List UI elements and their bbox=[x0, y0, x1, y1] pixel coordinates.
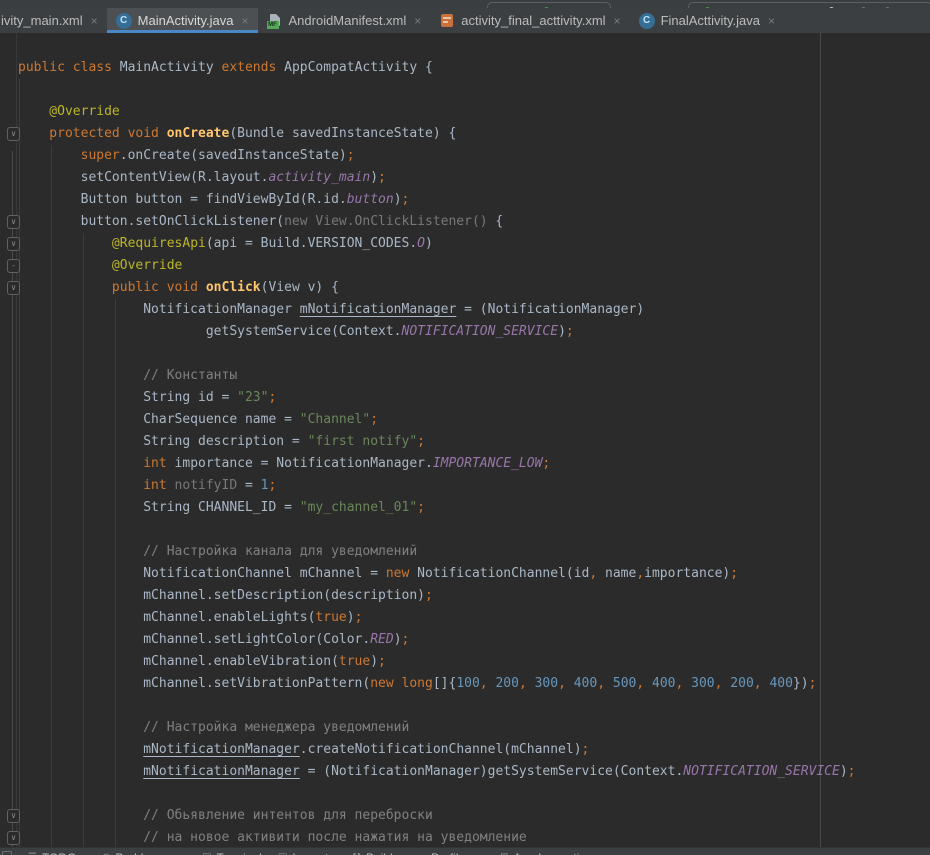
toolwindow-button-label: App Inspection bbox=[513, 851, 592, 855]
code-line: // Константы bbox=[18, 365, 856, 387]
toolwindow-button-label: Profiler bbox=[431, 851, 469, 855]
code-line: String id = "23"; bbox=[18, 387, 856, 409]
code-line: protected void onCreate(Bundle savedInst… bbox=[18, 123, 856, 145]
code-line: // Настройка менеджера уведомлений bbox=[18, 717, 856, 739]
tab-finalacttivity-java[interactable]: C FinalActtivity.java × bbox=[630, 8, 784, 33]
fold-marker-icon[interactable]: ∨ bbox=[7, 831, 20, 845]
tab-label: MainActivity.java bbox=[138, 13, 234, 28]
code-line: int importance = NotificationManager.IMP… bbox=[18, 453, 856, 475]
code-line: mChannel.setLightColor(Color.RED); bbox=[18, 629, 856, 651]
code-line: // на новое активити после нажатия на ув… bbox=[18, 827, 856, 847]
toolwindow-button-problems[interactable]: ⊙Problems bbox=[102, 851, 166, 855]
bottom-tool-window-bar: ☰TODO ⊙Problems ▣Terminal ▤Logcat ⚒Build ◔Pro… bbox=[0, 847, 930, 855]
toolwindow-button-label: Problems bbox=[115, 851, 166, 855]
layout-xml-file-icon bbox=[439, 13, 455, 29]
toolwindow-button-profiler[interactable]: ◔Profiler bbox=[420, 851, 469, 855]
code-line: public class MainActivity extends AppCom… bbox=[18, 57, 856, 79]
tab-ivity-main-xml[interactable]: ivity_main.xml × bbox=[0, 8, 107, 33]
code-line: String CHANNEL_ID = "my_channel_01"; bbox=[18, 497, 856, 519]
tab-close-icon[interactable]: × bbox=[768, 15, 775, 27]
toolwindow-button-logcat[interactable]: ▤Logcat bbox=[278, 851, 328, 855]
tab-mainactivity-java[interactable]: C MainActivity.java × bbox=[107, 8, 258, 33]
code-line bbox=[18, 519, 856, 541]
code-line: public void onClick(View v) { bbox=[18, 277, 856, 299]
tab-label: AndroidManifest.xml bbox=[289, 13, 407, 28]
tab-close-icon[interactable]: × bbox=[614, 15, 621, 27]
code-line: NotificationChannel mChannel = new Notif… bbox=[18, 563, 856, 585]
fold-marker-icon[interactable]: ∨ bbox=[7, 809, 20, 823]
code-line: button.setOnClickListener(new View.OnCli… bbox=[18, 211, 856, 233]
toolwindow-button-label: TODO bbox=[42, 851, 76, 855]
toolwindow-button-app-inspection[interactable]: ⊡App Inspection bbox=[500, 851, 593, 855]
code-line: int notifyID = 1; bbox=[18, 475, 856, 497]
code-line: getSystemService(Context.NOTIFICATION_SE… bbox=[18, 321, 856, 343]
toolwindow-button-label: Logcat bbox=[292, 851, 328, 855]
java-class-icon: C bbox=[116, 13, 132, 29]
code-line: Button button = findViewById(R.id.button… bbox=[18, 189, 856, 211]
tab-label: activity_final_acttivity.xml bbox=[461, 13, 605, 28]
code-line: @Override bbox=[18, 101, 856, 123]
code-line: super.onCreate(savedInstanceState); bbox=[18, 145, 856, 167]
toolwindow-button-todo[interactable]: ☰TODO bbox=[28, 851, 76, 855]
code-line: mChannel.setDescription(description); bbox=[18, 585, 856, 607]
code-line bbox=[18, 79, 856, 101]
gutter-fold-line bbox=[12, 151, 13, 847]
code-line: // Настройка канала для уведомлений bbox=[18, 541, 856, 563]
code-line: mNotificationManager = (NotificationMana… bbox=[18, 761, 856, 783]
code-line: mNotificationManager.createNotificationC… bbox=[18, 739, 856, 761]
clipped-toolwindow-icon[interactable] bbox=[2, 851, 12, 855]
tab-androidmanifest-xml[interactable]: MF AndroidManifest.xml × bbox=[258, 8, 431, 33]
toolwindow-button-build[interactable]: ⚒Build bbox=[352, 851, 393, 855]
fold-marker-icon[interactable]: - bbox=[7, 259, 20, 273]
fold-marker-icon[interactable]: ∨ bbox=[7, 237, 20, 251]
code-line bbox=[18, 343, 856, 365]
fold-marker-icon[interactable]: ∨ bbox=[7, 127, 20, 141]
code-line: mChannel.enableLights(true); bbox=[18, 607, 856, 629]
fold-marker-icon[interactable]: ∨ bbox=[7, 281, 20, 295]
editor-tab-bar: ivity_main.xml × C MainActivity.java × MF Andr… bbox=[0, 8, 930, 33]
code-line: CharSequence name = "Channel"; bbox=[18, 409, 856, 431]
toolwindow-button-label: Terminal bbox=[216, 851, 261, 855]
tab-close-icon[interactable]: × bbox=[414, 15, 421, 27]
code-line: setContentView(R.layout.activity_main); bbox=[18, 167, 856, 189]
code-line: // Обьявление интентов для переброски bbox=[18, 805, 856, 827]
toolbar-clipped-strip bbox=[0, 0, 930, 8]
manifest-file-icon: MF bbox=[267, 13, 283, 29]
tab-close-icon[interactable]: × bbox=[241, 15, 248, 27]
tab-close-icon[interactable]: × bbox=[91, 15, 98, 27]
tab-label: ivity_main.xml bbox=[1, 13, 83, 28]
code-line: mChannel.setVibrationPattern(new long[]{… bbox=[18, 673, 856, 695]
tab-label: FinalActtivity.java bbox=[661, 13, 760, 28]
ide-window: ivity_main.xml × C MainActivity.java × MF Andr… bbox=[0, 0, 930, 855]
toolwindow-button-terminal[interactable]: ▣Terminal bbox=[202, 851, 262, 855]
code-line bbox=[18, 783, 856, 805]
code-line: @Override bbox=[18, 255, 856, 277]
gutter-separator bbox=[16, 33, 17, 847]
java-class-icon: C bbox=[639, 13, 655, 29]
code-line: String description = "first notify"; bbox=[18, 431, 856, 453]
editor: ∨ ∨ ∨ - ∨ ∨ ∨ public class MainActivity extend… bbox=[0, 33, 930, 847]
code-line bbox=[18, 695, 856, 717]
fold-marker-icon[interactable]: ∨ bbox=[7, 215, 20, 229]
toolwindow-button-label: Build bbox=[366, 851, 393, 855]
code-area[interactable]: public class MainActivity extends AppCom… bbox=[18, 57, 856, 847]
code-line: @RequiresApi(api = Build.VERSION_CODES.O… bbox=[18, 233, 856, 255]
tab-activity-final-acttivity-xml[interactable]: activity_final_acttivity.xml × bbox=[430, 8, 629, 33]
code-line: mChannel.enableVibration(true); bbox=[18, 651, 856, 673]
code-line: NotificationManager mNotificationManager… bbox=[18, 299, 856, 321]
